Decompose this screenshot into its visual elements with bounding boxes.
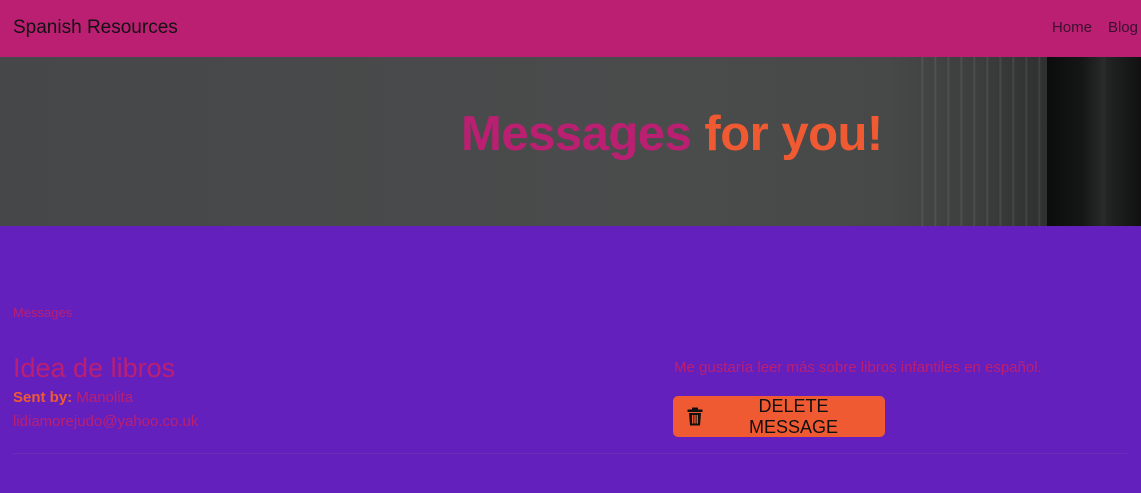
sender-name: Manolita <box>76 389 134 406</box>
hero-background-stripes <box>911 57 1141 226</box>
message-divider <box>13 453 1127 454</box>
hero-title: Messages for you! <box>461 104 883 164</box>
section-label: Messages <box>13 305 73 320</box>
nav-link-blog[interactable]: Blog <box>1108 19 1138 36</box>
nav-links: Home Blog <box>1052 19 1138 36</box>
hero-banner: Messages for you! <box>0 57 1141 226</box>
delete-message-button[interactable]: DELETE MESSAGE <box>673 396 885 437</box>
trash-icon <box>687 407 703 426</box>
hero-title-part2: for you! <box>704 107 883 161</box>
hero-background-building-edge <box>1111 57 1141 226</box>
nav-link-home[interactable]: Home <box>1052 19 1092 36</box>
hero-background-building <box>1047 57 1105 226</box>
delete-button-label: DELETE MESSAGE <box>748 395 839 437</box>
sender-email: lidiamorejudo@yahoo.co.uk <box>13 413 199 430</box>
hero-title-part1: Messages <box>461 107 692 161</box>
navbar: Spanish Resources Home Blog <box>0 0 1141 57</box>
brand-link[interactable]: Spanish Resources <box>13 17 178 39</box>
message-body: Me gustaría leer más sobre libros infant… <box>674 359 1042 376</box>
message-sender: Sent by: Manolita <box>13 389 133 407</box>
sent-by-label: Sent by: <box>13 389 73 406</box>
message-title: Idea de libros <box>13 353 176 383</box>
